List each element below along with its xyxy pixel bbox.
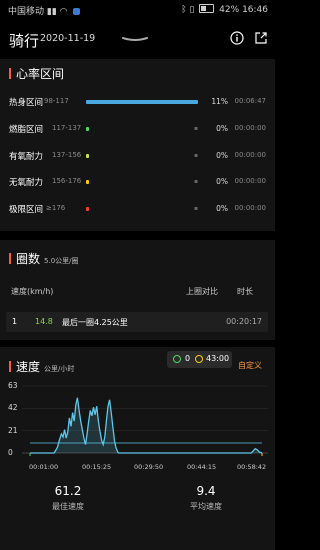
zone-name: 热身区间: [9, 98, 44, 108]
best-speed-label: 最佳速度: [52, 502, 84, 511]
zone-percent: 0%: [216, 177, 228, 186]
zone-percent: 0%: [216, 124, 228, 133]
x-tick-label: 00:29:50: [134, 463, 164, 471]
zone-progress-bar: [86, 100, 198, 104]
speed-chart[interactable]: [0, 370, 275, 470]
zone-range: 117-137: [52, 124, 82, 132]
lap-index: 1: [12, 317, 18, 326]
x-tick-label: 00:58:42: [237, 463, 267, 471]
app-header: 骑行 2020-11-19: [0, 24, 275, 54]
zone-duration: 00:00:00: [234, 177, 266, 185]
zone-divider-mark: ▪: [194, 152, 199, 159]
range-start: 0: [185, 354, 191, 363]
zone-range: 156-176: [52, 177, 82, 185]
list-item: 无氧耐力 156-176 ▪ 0% 00:00:00: [0, 176, 275, 190]
list-item: 燃脂区间 117-137 ▪ 0% 00:00:00: [0, 123, 275, 137]
list-item: 极限区间 ≥176 ▪ 0% 00:00:00: [0, 203, 275, 217]
zone-divider-mark: ▪: [194, 205, 199, 212]
zone-percent: 11%: [211, 97, 228, 106]
next-section-card: [0, 532, 275, 550]
range-end: 43:00: [206, 354, 230, 363]
zone-name: 无氧耐力: [9, 178, 44, 188]
zone-duration: 00:00:00: [234, 151, 266, 159]
lap-note: 最后一圈4.25公里: [62, 318, 128, 327]
laps-title: 圈数 5.0公里/圈: [9, 250, 79, 267]
share-icon[interactable]: [254, 31, 268, 45]
chart-range-selector[interactable]: 0 43:00: [167, 351, 232, 368]
signal-icon: ▮▮: [46, 7, 57, 17]
zone-name: 燃脂区间: [9, 125, 44, 135]
heart-rate-title: 心率区间: [9, 65, 64, 82]
x-tick-label: 00:01:00: [29, 463, 59, 471]
lap-duration: 00:20:17: [226, 317, 262, 326]
zone-duration: 00:00:00: [234, 204, 266, 212]
zone-range: 98-117: [44, 97, 69, 105]
zone-divider-mark: ▪: [194, 178, 199, 185]
activity-date: 2020-11-19: [40, 33, 96, 44]
vibrate-icon: ▯: [189, 5, 195, 15]
lap-compare-header: 上圈对比: [186, 287, 218, 296]
end-marker-icon: [195, 355, 203, 363]
zone-range: 137-156: [52, 151, 82, 159]
start-marker-icon: [173, 355, 181, 363]
list-item: 热身区间 98-117 11% 00:06:47: [0, 96, 275, 110]
clock: 16:46: [242, 5, 268, 15]
list-item: 有氧耐力 137-156 ▪ 0% 00:00:00: [0, 150, 275, 164]
app-notification-icon: [73, 8, 81, 15]
zone-name: 极限区间: [9, 205, 44, 215]
zone-duration: 00:06:47: [234, 97, 266, 105]
lap-speed: 14.8: [35, 317, 53, 326]
zone-name: 有氧耐力: [9, 152, 44, 162]
wifi-icon: ◠: [59, 7, 68, 17]
lap-speed-header: 速度(km/h): [11, 287, 54, 296]
zone-percent: 0%: [216, 151, 228, 160]
zone-percent: 0%: [216, 204, 228, 213]
bluetooth-icon: ᛒ: [181, 5, 187, 15]
info-icon[interactable]: [230, 31, 244, 45]
sheet-handle-icon[interactable]: [122, 37, 148, 42]
avg-speed-label: 平均速度: [190, 502, 222, 511]
zone-progress-bar: [86, 154, 89, 158]
zone-divider-mark: ▪: [194, 125, 199, 132]
battery-percent: 42%: [219, 5, 240, 15]
status-bar: 中国移动 ▮▮ ◠ ᛒ ▯ 42% 16:46: [0, 0, 275, 20]
zone-progress-bar: [86, 180, 89, 184]
x-tick-label: 00:44:15: [187, 463, 217, 471]
avg-speed-value: 9.4: [196, 484, 216, 498]
zone-range: ≥176: [46, 204, 66, 212]
best-speed-value: 61.2: [54, 484, 82, 498]
zone-duration: 00:00:00: [234, 124, 266, 132]
zone-progress-bar: [86, 127, 89, 131]
speed-series-area: [30, 397, 262, 453]
battery-icon: [199, 4, 215, 13]
page-title: 骑行: [9, 32, 40, 50]
table-row[interactable]: 1 14.8 最后一圈4.25公里 00:20:17: [6, 312, 268, 332]
carrier-label: 中国移动: [8, 7, 45, 17]
x-tick-label: 00:15:25: [82, 463, 112, 471]
lap-duration-header: 时长: [237, 287, 253, 296]
zone-progress-bar: [86, 207, 89, 211]
